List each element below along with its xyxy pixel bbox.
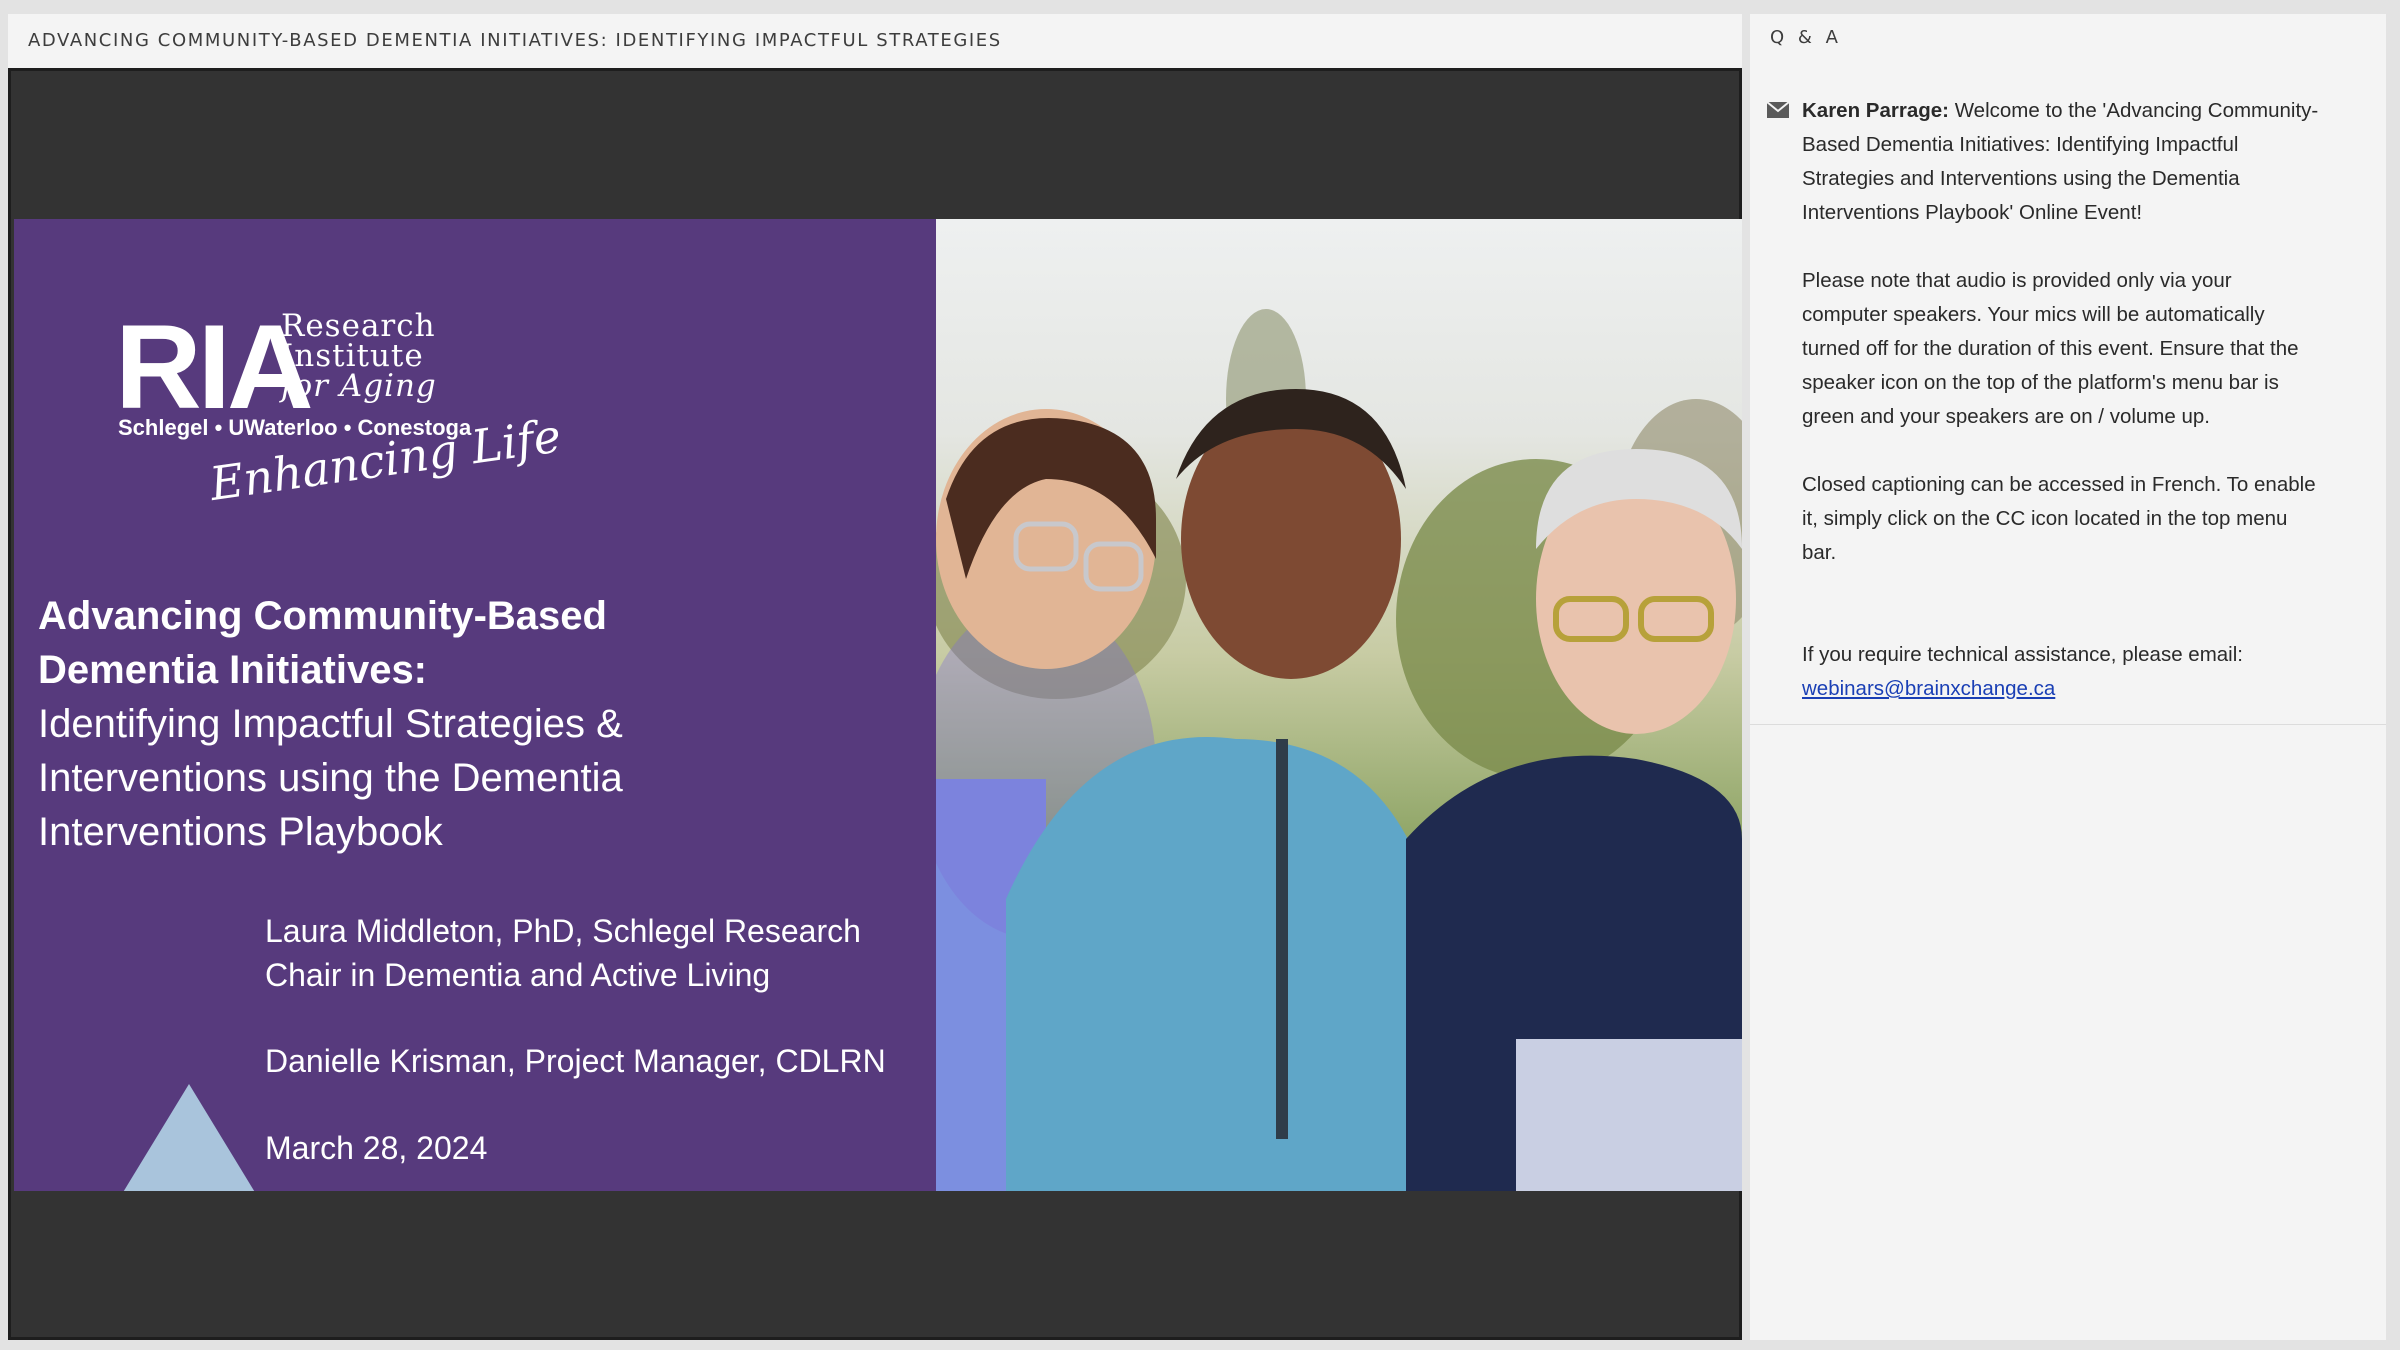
presentation-date: March 28, 2024 <box>265 1130 488 1166</box>
slide-photo <box>936 219 1742 1191</box>
presentation-stage[interactable]: RIA Research Institute for Aging Schlege… <box>8 68 1742 1340</box>
slide-heading: Advancing Community-Based Dementia Initi… <box>38 589 898 697</box>
subheading-line-3: Interventions Playbook <box>38 810 443 854</box>
slide-subheading: Identifying Impactful Strategies & Inter… <box>38 697 898 859</box>
logo-word-for-aging: for Aging <box>281 368 437 404</box>
logo-word-research: Research <box>281 308 436 344</box>
heading-line-2: Dementia Initiatives: <box>38 648 428 692</box>
decorative-triangle <box>122 1084 256 1191</box>
photo-illustration <box>936 309 1742 1191</box>
message-author: Karen Parrage: <box>1802 99 1949 122</box>
mail-icon <box>1766 101 1790 118</box>
presenter-2: Danielle Krisman, Project Manager, CDLRN <box>265 1043 886 1079</box>
subheading-line-1: Identifying Impactful Strategies & <box>38 702 623 746</box>
slide-title-panel: RIA Research Institute for Aging Schlege… <box>14 219 936 1191</box>
presenter-1-line-1: Laura Middleton, PhD, Schlegel Research <box>265 913 861 949</box>
qa-title: Q & A <box>1770 27 1842 48</box>
qa-pod: Q & A Karen Parrage: Welcome to the 'Adv… <box>1750 14 2386 1340</box>
qa-message: Karen Parrage: Welcome to the 'Advancing… <box>1750 74 2386 725</box>
pod-header: ADVANCING COMMUNITY-BASED DEMENTIA INITI… <box>8 14 1742 68</box>
message-paragraph-3: Closed captioning can be accessed in Fre… <box>1802 473 2316 564</box>
ria-logo-words: Research Institute for Aging <box>281 308 437 404</box>
qa-paragraph-4: If you require technical assistance, ple… <box>1802 638 2322 706</box>
qa-paragraph-1: Karen Parrage: Welcome to the 'Advancing… <box>1802 94 2322 230</box>
pod-title: ADVANCING COMMUNITY-BASED DEMENTIA INITI… <box>28 30 1002 51</box>
share-pod: ADVANCING COMMUNITY-BASED DEMENTIA INITI… <box>8 14 1742 1340</box>
subheading-line-2: Interventions using the Dementia <box>38 756 623 800</box>
qa-message-body: Karen Parrage: Welcome to the 'Advancing… <box>1802 94 2322 706</box>
support-email-link[interactable]: webinars@brainxchange.ca <box>1802 677 2055 700</box>
message-paragraph-4: If you require technical assistance, ple… <box>1802 643 2243 666</box>
heading-line-1: Advancing Community-Based <box>38 594 607 638</box>
logo-word-institute: Institute <box>281 338 424 374</box>
slide: RIA Research Institute for Aging Schlege… <box>14 219 1742 1191</box>
message-paragraph-2: Please note that audio is provided only … <box>1802 269 2299 428</box>
presenter-1: Laura Middleton, PhD, Schlegel Research … <box>265 909 905 997</box>
presenter-1-line-2: Chair in Dementia and Active Living <box>265 957 771 993</box>
